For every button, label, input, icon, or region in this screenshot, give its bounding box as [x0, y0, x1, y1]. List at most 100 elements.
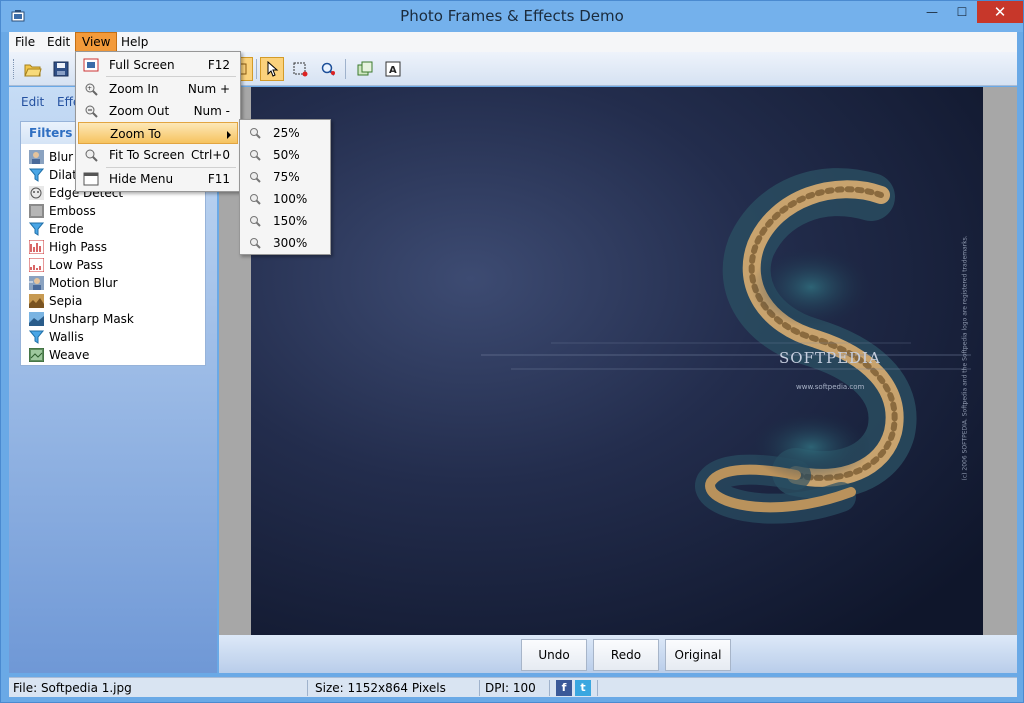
menu-item-label: Zoom In — [109, 82, 159, 96]
magnifier-icon — [250, 172, 261, 183]
magnifier-icon — [250, 128, 261, 139]
menu-edit[interactable]: Edit — [41, 32, 76, 52]
menu-help[interactable]: Help — [115, 32, 154, 52]
zoom-option-label: 100% — [273, 192, 308, 206]
pointer-tool-button[interactable] — [260, 57, 284, 81]
zoom-option-label: 25% — [273, 126, 300, 140]
close-button[interactable]: ✕ — [977, 1, 1023, 23]
low-pass-icon — [29, 258, 44, 272]
edge-detect-icon — [29, 186, 44, 200]
motion-blur-icon — [29, 276, 44, 290]
zoom-100-item[interactable]: 100% — [242, 188, 328, 210]
high-pass-icon — [29, 240, 44, 254]
menu-item-zoom-to[interactable]: Zoom To — [78, 122, 238, 144]
open-button[interactable] — [21, 57, 45, 81]
facebook-icon[interactable]: f — [556, 680, 572, 696]
magnifier-icon — [250, 150, 261, 161]
undo-button[interactable]: Undo — [521, 639, 587, 671]
menu-item-full-screen[interactable]: Full Screen F12 — [78, 54, 238, 76]
filter-item-unsharp-mask[interactable]: Unsharp Mask — [27, 310, 203, 328]
filter-label: Weave — [49, 348, 90, 362]
open-folder-icon — [24, 64, 42, 77]
blur-icon — [29, 150, 44, 164]
status-divider — [549, 680, 550, 696]
status-divider — [597, 680, 598, 696]
menu-item-shortcut: Ctrl+0 — [190, 148, 230, 162]
twitter-icon[interactable]: t — [575, 680, 591, 696]
minimize-button[interactable]: — — [917, 1, 947, 23]
menu-item-hide-menu[interactable]: Hide Menu F11 — [78, 168, 238, 190]
zoom-50-item[interactable]: 50% — [242, 144, 328, 166]
redo-button[interactable]: Redo — [593, 639, 659, 671]
zoom-300-item[interactable]: 300% — [242, 232, 328, 254]
filter-item-wallis[interactable]: Wallis — [27, 328, 203, 346]
menu-view[interactable]: View — [75, 32, 118, 52]
filter-item-sepia[interactable]: Sepia — [27, 292, 203, 310]
magnifier-icon — [321, 62, 335, 76]
filter-label: Sepia — [49, 294, 83, 308]
zoom-to-submenu: 25% 50% 75% 100% 150% 300% — [239, 119, 331, 255]
canvas-area[interactable]: SOFTPEDIA www.softpedia.com (c) 2006 SOF… — [219, 87, 1017, 635]
pointer-arrow-icon — [267, 61, 279, 77]
magnifier-icon — [250, 216, 261, 227]
fullscreen-icon — [83, 58, 99, 72]
save-disk-icon — [53, 61, 69, 77]
magnifier-icon — [250, 194, 261, 205]
zoom-in-icon: + — [85, 83, 98, 96]
filter-item-emboss[interactable]: Emboss — [27, 202, 203, 220]
menu-item-zoom-in[interactable]: + Zoom In Num + — [78, 78, 238, 100]
text-tool-icon: A — [385, 61, 401, 77]
menu-bar: File Edit View Help — [9, 32, 1017, 52]
funnel-icon — [29, 168, 44, 182]
svg-text:A: A — [389, 65, 397, 76]
zoom-25-item[interactable]: 25% — [242, 122, 328, 144]
save-button[interactable] — [49, 57, 73, 81]
zoom-option-label: 300% — [273, 236, 308, 250]
zoom-option-label: 150% — [273, 214, 308, 228]
filter-label: Unsharp Mask — [49, 312, 134, 326]
menu-item-zoom-out[interactable]: Zoom Out Num - — [78, 100, 238, 122]
add-text-button[interactable]: A — [381, 57, 405, 81]
filter-label: Wallis — [49, 330, 84, 344]
tab-edit[interactable]: Edit — [21, 95, 44, 109]
menu-item-fit-to-screen[interactable]: Fit To Screen Ctrl+0 — [78, 144, 238, 166]
filter-item-motion-blur[interactable]: Motion Blur — [27, 274, 203, 292]
menu-item-shortcut: Num - — [193, 104, 230, 118]
menu-item-label: Full Screen — [109, 58, 175, 72]
funnel-icon — [29, 330, 44, 344]
filter-item-low-pass[interactable]: Low Pass — [27, 256, 203, 274]
filter-item-high-pass[interactable]: High Pass — [27, 238, 203, 256]
toolbar-grip[interactable] — [13, 59, 16, 79]
maximize-button[interactable]: ☐ — [947, 1, 977, 23]
app-window: Photo Frames & Effects Demo — ☐ ✕ File E… — [0, 0, 1024, 703]
menu-file[interactable]: File — [9, 32, 41, 52]
zoom-150-item[interactable]: 150% — [242, 210, 328, 232]
copy-image-icon — [357, 61, 373, 76]
filter-item-erode[interactable]: Erode — [27, 220, 203, 238]
title-bar[interactable]: Photo Frames & Effects Demo — ☐ ✕ — [1, 1, 1023, 32]
menu-item-shortcut: F11 — [207, 172, 230, 186]
marquee-select-icon — [293, 62, 308, 77]
status-size: Size: 1152x864 Pixels — [315, 681, 446, 695]
zoom-tool-button[interactable] — [316, 57, 340, 81]
status-bar: File: Softpedia 1.jpg Size: 1152x864 Pix… — [9, 677, 1017, 697]
menu-item-shortcut: F12 — [207, 58, 230, 72]
status-divider — [307, 680, 308, 696]
copy-image-button[interactable] — [353, 57, 377, 81]
funnel-icon — [29, 222, 44, 236]
zoom-out-icon — [85, 105, 98, 118]
zoom-75-item[interactable]: 75% — [242, 166, 328, 188]
filters-title: Filters — [29, 126, 73, 140]
view-menu-dropdown: Full Screen F12 + Zoom In Num + Zoom Out… — [75, 51, 241, 192]
selection-tool-button[interactable] — [288, 57, 312, 81]
status-file: File: Softpedia 1.jpg — [13, 681, 132, 695]
zoom-option-label: 75% — [273, 170, 300, 184]
fit-to-screen-icon — [85, 149, 98, 162]
submenu-arrow-icon — [227, 131, 231, 139]
original-button[interactable]: Original — [665, 639, 731, 671]
filter-item-weave[interactable]: Weave — [27, 346, 203, 364]
filter-label: Erode — [49, 222, 84, 236]
weave-icon — [29, 348, 44, 362]
photo-canvas[interactable]: SOFTPEDIA www.softpedia.com (c) 2006 SOF… — [251, 87, 983, 635]
menu-separator — [106, 76, 236, 77]
